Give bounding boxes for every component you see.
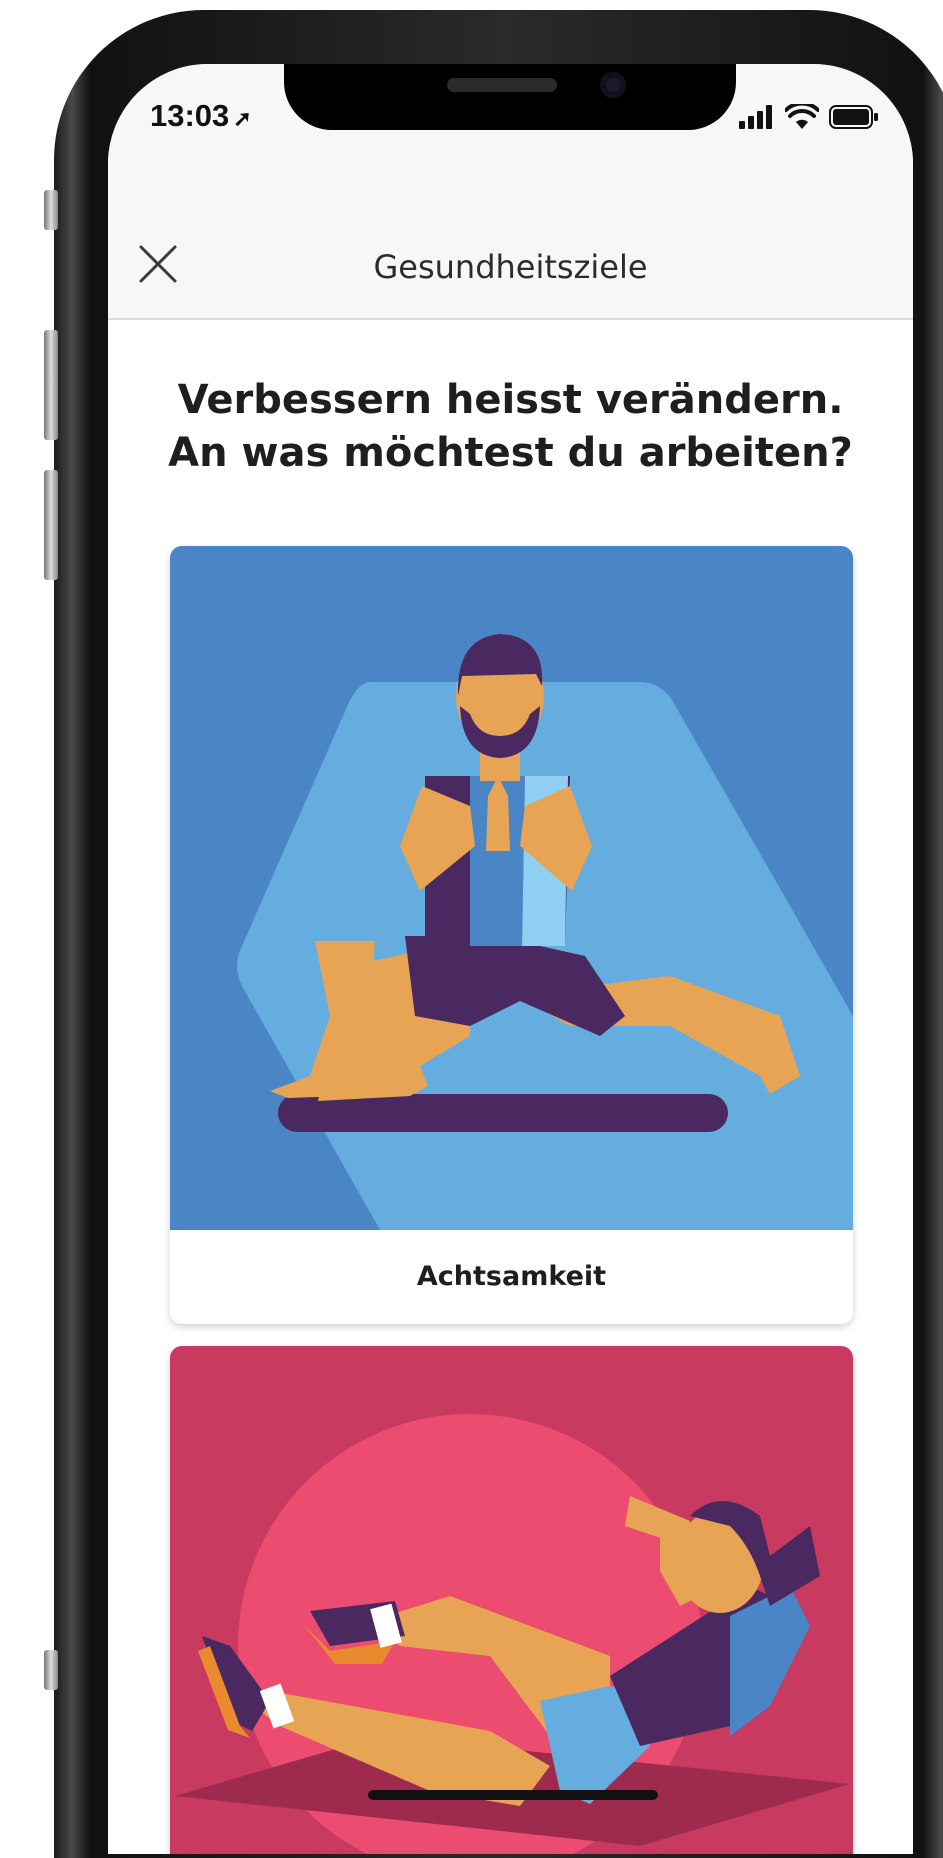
status-time: 13:03 ➚: [150, 98, 252, 134]
mute-switch: [44, 190, 58, 230]
goal-card-achtsamkeit[interactable]: Achtsamkeit: [170, 546, 853, 1324]
status-icons: [739, 104, 879, 130]
page-title: Gesundheitsziele: [373, 248, 648, 286]
location-arrow-icon: ➚: [233, 106, 252, 131]
volume-down-button: [44, 470, 58, 580]
status-bar: 13:03 ➚: [108, 64, 913, 174]
goal-card-label: Achtsamkeit: [170, 1230, 853, 1324]
speaker-grille: [447, 78, 557, 92]
signal-icon: [739, 105, 772, 129]
clock-text: 13:03: [150, 98, 230, 133]
notch: [284, 64, 736, 130]
meditation-illustration: [170, 546, 853, 1230]
volume-up-button: [44, 330, 58, 440]
wifi-icon: [785, 104, 819, 129]
workout-illustration: [170, 1346, 853, 1854]
front-camera: [600, 72, 626, 98]
headline: Verbessern heisst verändern. An was möch…: [168, 377, 853, 476]
navigation-bar: Gesundheitsziele: [108, 174, 913, 320]
goal-card-fitness[interactable]: [170, 1346, 853, 1854]
battery-icon: [829, 105, 878, 129]
home-indicator[interactable]: [368, 1790, 658, 1800]
frame-antenna-line: [44, 1650, 58, 1690]
phone-screen: 13:03 ➚ Gesundheitsziele Verbessern heis…: [108, 64, 913, 1854]
